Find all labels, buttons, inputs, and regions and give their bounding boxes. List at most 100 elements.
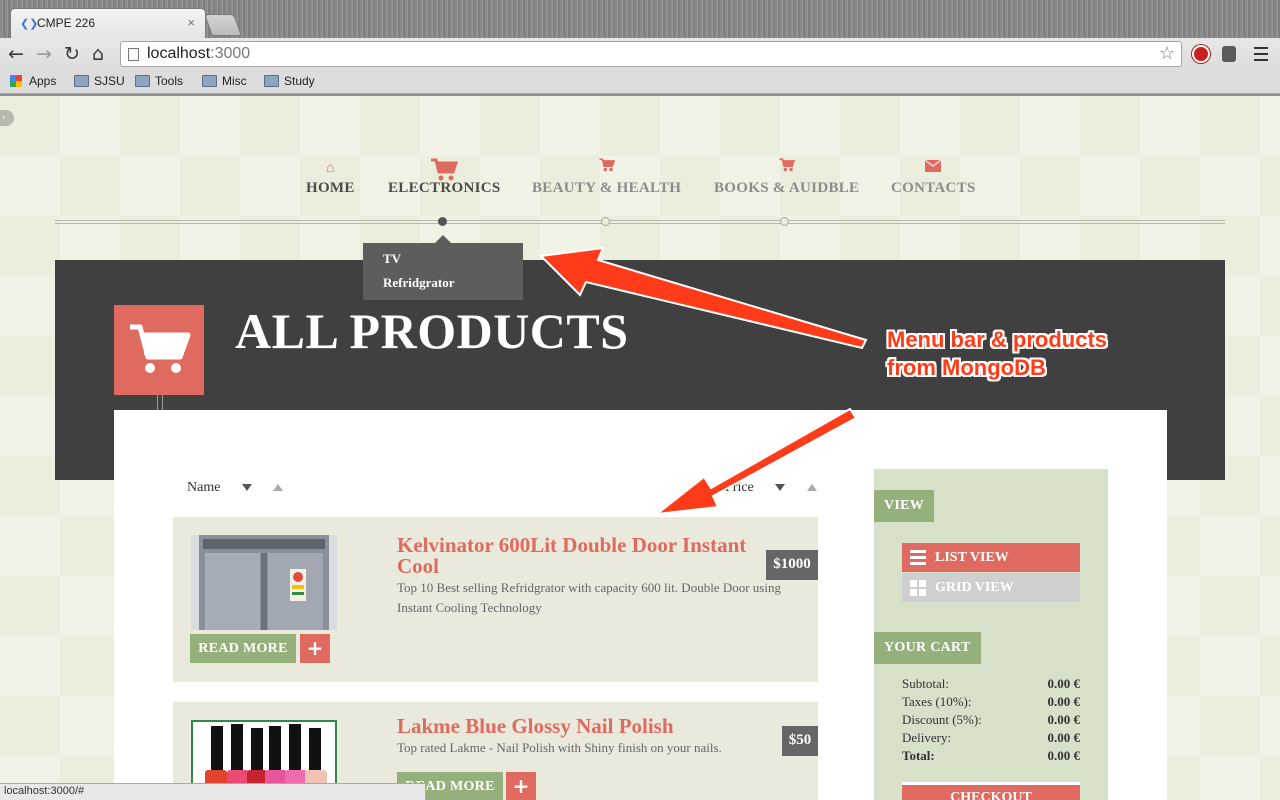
bookmark-label: Tools xyxy=(155,74,184,88)
tab-title: CMPE 226 xyxy=(37,16,96,30)
sort-by-name: Name xyxy=(187,480,284,496)
product-price: $50 xyxy=(782,726,818,756)
electronics-dropdown: TV Refridgrator xyxy=(363,235,523,300)
reload-icon[interactable]: ↻ xyxy=(64,44,80,64)
bookmark-label: Apps xyxy=(29,74,57,88)
web-page: › ⌂ HOME ELECTRONICS BEAUTY & HEALTH BOO… xyxy=(0,96,1280,800)
back-icon[interactable]: ← xyxy=(8,44,24,64)
home-icon: ⌂ xyxy=(326,161,335,176)
sort-desc-icon[interactable] xyxy=(775,484,786,492)
subtotal-row: Subtotal: 0.00 € xyxy=(902,675,1080,693)
discount-row: Discount (5%): 0.00 € xyxy=(902,711,1080,729)
page-icon xyxy=(128,48,139,61)
extension-glove-icon[interactable] xyxy=(1222,46,1236,62)
nav-label: HOME xyxy=(306,180,355,196)
product-price: $1000 xyxy=(766,550,818,580)
sort-by-price: Price xyxy=(725,480,817,496)
folder-icon xyxy=(74,75,89,87)
favicon-icon: ❮❯ xyxy=(20,18,39,30)
add-to-cart-button[interactable]: + xyxy=(300,634,330,663)
url-port: :3000 xyxy=(210,45,251,62)
sort-asc-icon[interactable] xyxy=(806,484,817,492)
nav-contacts[interactable]: CONTACTS xyxy=(891,158,976,197)
total-value: 0.00 € xyxy=(1047,694,1081,709)
product-description: Top rated Lakme - Nail Polish with Shiny… xyxy=(397,740,722,755)
grid-view-button[interactable]: GRID VIEW xyxy=(902,573,1080,602)
dropdown-item-refridgrator[interactable]: Refridgrator xyxy=(383,275,523,299)
taxes-row: Taxes (10%): 0.00 € xyxy=(902,693,1080,711)
nav-indicator-active xyxy=(438,217,447,226)
browser-menu-icon[interactable] xyxy=(1254,47,1268,61)
nav-books-audible[interactable]: BOOKS & AUIDBLE xyxy=(714,158,859,197)
grand-total-row: Total: 0.00 € xyxy=(902,747,1080,765)
product-image-refrigerator[interactable] xyxy=(191,535,337,630)
nav-home[interactable]: ⌂ HOME xyxy=(306,158,355,197)
tab-strip: ❮❯ CMPE 226 × xyxy=(0,0,1280,38)
list-view-label: LIST VIEW xyxy=(935,550,1009,565)
main-nav: ⌂ HOME ELECTRONICS BEAUTY & HEALTH BOOKS… xyxy=(55,158,1225,228)
nav-label: ELECTRONICS xyxy=(388,180,501,196)
total-value: 0.00 € xyxy=(1047,676,1081,691)
folder-icon xyxy=(264,75,279,87)
nav-electronics[interactable]: ELECTRONICS xyxy=(388,158,501,197)
grid-icon xyxy=(910,580,926,596)
folder-icon xyxy=(135,75,150,87)
nav-rule xyxy=(55,220,1225,224)
hero-divider xyxy=(157,395,163,411)
bookmarks-bar: Apps SJSU Tools Misc Study xyxy=(0,70,1280,94)
sort-desc-icon[interactable] xyxy=(241,484,252,492)
bookmark-label: Misc xyxy=(222,74,247,88)
nav-indicator xyxy=(601,217,610,226)
product-title[interactable]: Kelvinator 600Lit Double Door Instant Co… xyxy=(397,535,777,577)
total-label: Delivery: xyxy=(902,730,952,745)
bookmark-star-icon[interactable]: ☆ xyxy=(1159,43,1175,64)
product-card: Kelvinator 600Lit Double Door Instant Co… xyxy=(173,517,818,682)
nav-label: BOOKS & AUIDBLE xyxy=(714,180,860,196)
product-title[interactable]: Lakme Blue Glossy Nail Polish xyxy=(397,716,777,737)
total-label: Discount (5%): xyxy=(902,712,982,727)
sort-name-label: Name xyxy=(187,480,221,495)
bookmark-sjsu[interactable]: SJSU xyxy=(74,74,125,90)
browser-tab[interactable]: ❮❯ CMPE 226 × xyxy=(10,8,206,38)
address-bar[interactable]: localhost:3000 ☆ xyxy=(120,41,1182,67)
annotation-callout: Menu bar & products from MongoDB xyxy=(887,326,1107,382)
sort-asc-icon[interactable] xyxy=(273,484,284,492)
mail-icon xyxy=(891,158,976,180)
delivery-row: Delivery: 0.00 € xyxy=(902,729,1080,747)
total-label: Taxes (10%): xyxy=(902,694,972,709)
cart-icon xyxy=(388,158,501,181)
new-tab-button[interactable] xyxy=(203,14,243,36)
checkout-button[interactable]: CHECKOUT xyxy=(902,782,1080,800)
close-tab-icon[interactable]: × xyxy=(187,15,195,30)
status-bar: localhost:3000/# xyxy=(0,783,426,800)
total-value: 0.00 € xyxy=(1047,730,1081,745)
shopping-cart-icon xyxy=(114,305,204,395)
nav-indicator xyxy=(780,217,789,226)
view-heading: VIEW xyxy=(874,490,935,522)
product-description: Top 10 Best selling Refridgrator with ca… xyxy=(397,580,781,615)
bookmark-apps[interactable]: Apps xyxy=(9,74,56,90)
sidebar: VIEW LIST VIEW GRID VIEW YOUR CART Subto… xyxy=(874,469,1108,800)
apps-icon xyxy=(10,75,22,87)
side-panel-toggle[interactable]: › xyxy=(0,110,14,126)
nav-label: BEAUTY & HEALTH xyxy=(532,180,682,196)
extension-stop-icon[interactable] xyxy=(1192,45,1210,63)
nav-beauty-health[interactable]: BEAUTY & HEALTH xyxy=(532,158,681,197)
read-more-button[interactable]: READ MORE xyxy=(190,634,296,663)
forward-icon[interactable]: → xyxy=(36,44,52,64)
add-to-cart-button[interactable]: + xyxy=(506,772,536,800)
cart-icon xyxy=(532,158,681,180)
dropdown-item-tv[interactable]: TV xyxy=(383,251,523,275)
browser-toolbar: ← → ↻ ⌂ localhost:3000 ☆ xyxy=(0,38,1280,70)
total-label: Total: xyxy=(902,748,935,763)
sort-price-label: Price xyxy=(725,480,754,495)
grid-view-label: GRID VIEW xyxy=(935,580,1014,595)
bookmark-study[interactable]: Study xyxy=(264,74,315,90)
total-label: Subtotal: xyxy=(902,676,949,691)
nav-label: CONTACTS xyxy=(891,180,976,196)
bookmark-misc[interactable]: Misc xyxy=(202,74,247,90)
list-view-button[interactable]: LIST VIEW xyxy=(902,543,1080,572)
bookmark-tools[interactable]: Tools xyxy=(135,74,183,90)
browser-chrome: ❮❯ CMPE 226 × ← → ↻ ⌂ localhost:3000 ☆ A… xyxy=(0,0,1280,96)
home-browser-icon[interactable]: ⌂ xyxy=(92,44,104,64)
